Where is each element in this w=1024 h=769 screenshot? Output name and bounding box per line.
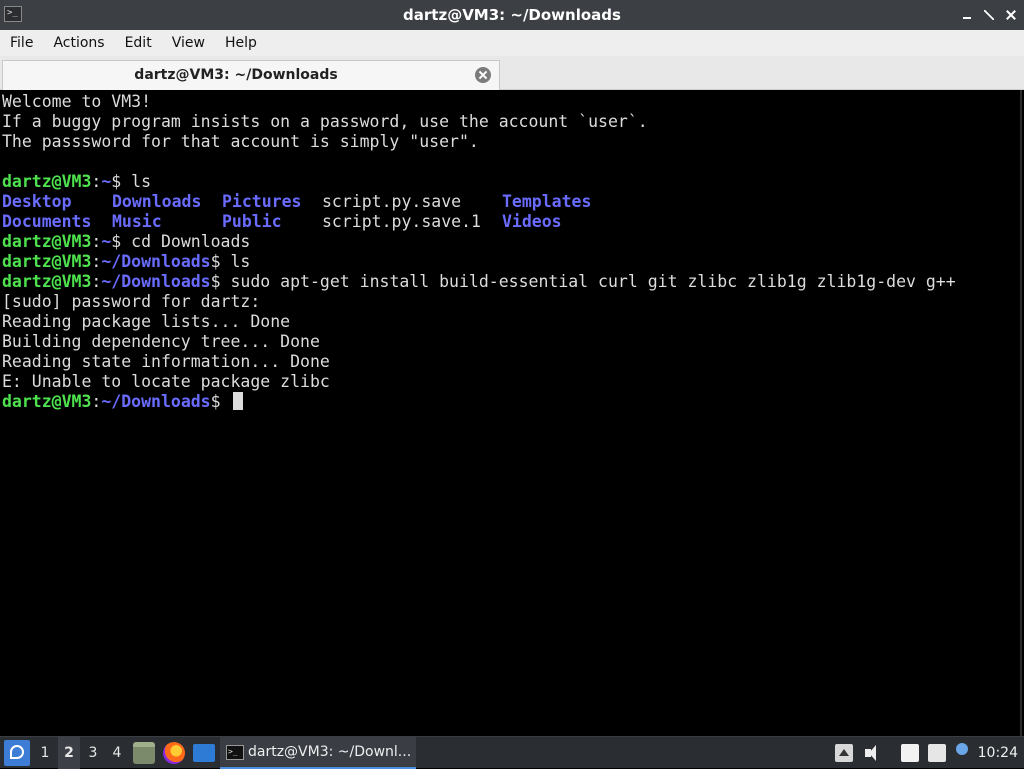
terminal-prompt-line: dartz@VM3:~/Downloads$ ls [2, 252, 251, 271]
firefox-icon[interactable] [163, 742, 185, 764]
show-desktop-icon[interactable] [193, 744, 215, 762]
tab-terminal[interactable]: dartz@VM3: ~/Downloads [2, 60, 500, 90]
workspace-4[interactable]: 4 [106, 737, 128, 769]
info-icon[interactable] [956, 743, 968, 755]
terminal-line: If a buggy program insists on a password… [2, 112, 648, 131]
terminal-prompt-line: dartz@VM3:~$ cd Downloads [2, 232, 251, 251]
network-icon[interactable] [928, 744, 946, 762]
menu-help[interactable]: Help [215, 30, 267, 56]
maximize-icon[interactable] [982, 8, 996, 22]
workspace-3[interactable]: 3 [82, 737, 104, 769]
tab-label: dartz@VM3: ~/Downloads [134, 67, 338, 83]
menu-edit[interactable]: Edit [115, 30, 162, 56]
window-titlebar[interactable]: >_ dartz@VM3: ~/Downloads [0, 0, 1024, 30]
menu-actions[interactable]: Actions [43, 30, 114, 56]
terminal-output[interactable]: Welcome to VM3! If a buggy program insis… [0, 90, 1022, 736]
terminal-line: Building dependency tree... Done [2, 332, 320, 351]
terminal-prompt-line: dartz@VM3:~$ ls [2, 172, 152, 191]
tray-up-icon[interactable] [835, 744, 853, 762]
file-manager-icon[interactable] [133, 742, 155, 764]
text-cursor [232, 392, 243, 410]
menubar: File Actions Edit View Help [0, 30, 1024, 56]
close-window-icon[interactable] [1004, 8, 1018, 22]
start-menu-icon[interactable] [4, 740, 30, 766]
clipboard-icon[interactable] [901, 744, 919, 762]
terminal-line: [sudo] password for dartz: [2, 292, 261, 311]
terminal-line: E: Unable to locate package zlibc [2, 372, 330, 391]
terminal-prompt-line[interactable]: dartz@VM3:~/Downloads$ [0, 392, 1020, 412]
workspace-1[interactable]: 1 [34, 737, 56, 769]
terminal-line: Reading package lists... Done [2, 312, 291, 331]
terminal-line: Reading state information... Done [2, 352, 330, 371]
taskbar-task-label: dartz@VM3: ~/Downl... [248, 744, 412, 760]
menu-file[interactable]: File [0, 30, 43, 56]
terminal-line: The passsword for that account is simply… [2, 132, 479, 151]
terminal-line: Welcome to VM3! [2, 92, 152, 111]
workspace-2[interactable]: 2 [58, 737, 80, 769]
taskbar-terminal-button[interactable]: >_ dartz@VM3: ~/Downl... [220, 737, 416, 769]
terminal-icon: >_ [226, 745, 244, 760]
ls-output-row: Desktop Downloads Pictures script.py.save Te… [2, 192, 592, 211]
window-title: dartz@VM3: ~/Downloads [403, 6, 621, 24]
ls-output-row: Documents Music Public script.py.save.1 Vide… [2, 212, 562, 231]
terminal-prompt-line: dartz@VM3:~/Downloads$ sudo apt-get inst… [2, 272, 956, 291]
tab-bar: dartz@VM3: ~/Downloads [0, 56, 1024, 90]
minimize-icon[interactable] [960, 8, 974, 22]
menu-view[interactable]: View [162, 30, 215, 56]
volume-icon[interactable] [864, 744, 882, 762]
close-circle-icon[interactable] [475, 67, 491, 83]
clock[interactable]: 10:24 [978, 737, 1018, 769]
taskbar: 1 2 3 4 >_ dartz@VM3: ~/Downl... 10:24 [0, 736, 1024, 769]
